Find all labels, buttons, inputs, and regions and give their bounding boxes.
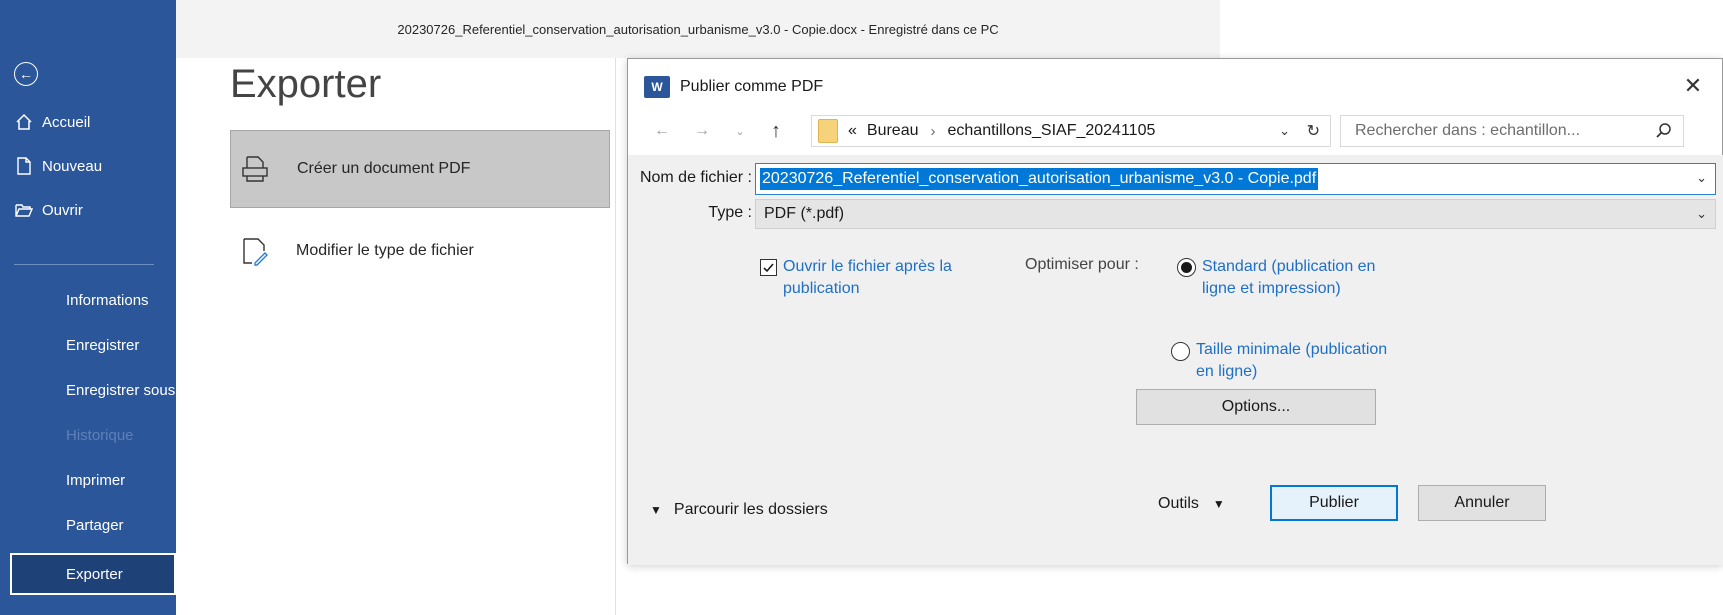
word-backstage-window: ← Accueil Nouveau Ouvrir Informations En… [0,0,1723,615]
type-label: Type : [708,204,752,221]
file-type-value: PDF (*.pdf) [764,205,845,222]
page-title: Exporter [230,62,382,106]
filename-value: 20230726_Referentiel_conservation_autori… [760,168,1319,190]
tools-label: Outils [1158,495,1199,512]
navigation-bar: ← → ⌄ ↑ « Bureau › echantillons_SIAF_202… [628,111,1723,151]
pdf-document-icon [239,153,271,185]
browse-folders-label: Parcourir les dossiers [673,501,828,518]
file-type-dropdown-chevron-icon: ⌄ [1696,206,1707,221]
dialog-title-bar: W Publier comme PDF [644,73,823,101]
open-after-publish-label[interactable]: Ouvrir le fichier après la publication [783,256,1003,300]
open-after-publish-checkbox[interactable] [760,259,777,276]
publish-pdf-dialog: W Publier comme PDF ✕ ← → ⌄ ↑ « Bureau ›… [627,58,1723,565]
window-title-bar: 20230726_Referentiel_conservation_autori… [176,0,1220,58]
recent-locations-chevron-icon[interactable]: ⌄ [728,117,752,145]
sidebar-item-label: Enregistrer sous [66,381,176,399]
publish-button[interactable]: Publier [1270,485,1398,521]
sidebar-item-enregistrer-sous[interactable]: Enregistrer sous [0,372,176,408]
export-option-create-pdf[interactable]: Créer un document PDF [230,130,610,208]
sidebar-item-informations[interactable]: Informations [0,282,176,318]
chevron-down-icon: ▼ [650,503,662,517]
address-dropdown-chevron-icon[interactable]: ⌄ [1279,123,1290,139]
sidebar-item-label: Enregistrer [66,336,140,354]
radio-standard[interactable] [1177,258,1196,277]
sidebar-item-label: Ouvrir [42,201,83,219]
publish-form: Nom de fichier : 20230726_Referentiel_co… [628,155,1723,455]
filename-input[interactable]: 20230726_Referentiel_conservation_autori… [755,163,1716,195]
sidebar-item-enregistrer[interactable]: Enregistrer [0,327,176,363]
sidebar-item-label: Accueil [42,113,91,131]
filename-label: Nom de fichier : [639,169,752,186]
sidebar-item-label: Nouveau [42,157,103,175]
search-input[interactable]: Rechercher dans : echantillon... [1340,115,1684,147]
radio-minimal-size[interactable] [1171,342,1190,361]
sidebar-divider [14,264,154,265]
refresh-icon[interactable]: ↻ [1307,121,1320,141]
optimize-for-label: Optimiser pour : [1025,256,1139,273]
back-arrow-icon[interactable]: ← [650,117,674,145]
options-button[interactable]: Options... [1136,389,1376,425]
back-arrow-icon[interactable]: ← [14,62,38,86]
sidebar-item-label: Historique [66,426,134,444]
sidebar-item-nouveau[interactable]: Nouveau [0,148,176,184]
up-arrow-icon[interactable]: ↑ [764,117,788,145]
forward-arrow-icon[interactable]: → [690,117,714,145]
dialog-title: Publier comme PDF [680,78,824,95]
radio-selected-dot [1181,262,1192,273]
radio-minimal-size-label[interactable]: Taille minimale (publication en ligne) [1196,339,1396,383]
sidebar-item-imprimer[interactable]: Imprimer [0,462,176,498]
breadcrumb-current-folder[interactable]: echantillons_SIAF_20241105 [948,122,1156,140]
sidebar-item-exporter[interactable]: Exporter [10,553,176,595]
sidebar-item-label: Imprimer [66,471,126,489]
search-icon [1656,123,1671,138]
export-option-change-file-type[interactable]: Modifier le type de fichier [230,212,610,290]
radio-standard-label[interactable]: Standard (publication en ligne et impres… [1202,256,1402,300]
filename-dropdown-chevron-icon[interactable]: ⌄ [1696,170,1707,186]
path-prefix: « [848,122,857,139]
window-title: 20230726_Referentiel_conservation_autori… [397,21,999,37]
tools-menu-button[interactable]: Outils ▼ [1158,495,1225,513]
export-option-label: Créer un document PDF [297,160,471,177]
folder-icon [818,119,838,143]
folder-open-icon [14,200,34,220]
sidebar-item-partager[interactable]: Partager [0,507,176,543]
sidebar-item-label: Exporter [66,565,123,583]
sidebar-item-historique: Historique [0,417,176,453]
close-icon[interactable]: ✕ [1678,71,1708,101]
cancel-button[interactable]: Annuler [1418,485,1546,521]
change-file-type-icon [238,235,270,267]
file-type-select[interactable]: PDF (*.pdf) ⌄ [755,199,1716,229]
checkmark-icon [763,263,774,273]
dialog-footer: ▼ Parcourir les dossiers Outils ▼ Publie… [628,455,1723,565]
sidebar-item-label: Partager [66,516,124,534]
export-option-label: Modifier le type de fichier [296,242,474,259]
browse-folders-toggle[interactable]: ▼ Parcourir les dossiers [650,501,828,519]
sidebar-item-label: Informations [66,291,149,309]
dropdown-arrow-icon: ▼ [1212,497,1225,511]
home-icon [14,112,34,132]
breadcrumb-separator-icon: › [930,122,936,140]
backstage-sidebar: ← Accueil Nouveau Ouvrir Informations En… [0,0,176,615]
word-logo-icon: W [644,76,670,98]
new-document-icon [14,156,34,176]
address-bar[interactable]: « Bureau › echantillons_SIAF_20241105 ⌄ … [811,115,1331,147]
sidebar-item-ouvrir[interactable]: Ouvrir [0,192,176,228]
sidebar-item-accueil[interactable]: Accueil [0,104,176,140]
content-divider [615,58,616,615]
breadcrumb-bureau[interactable]: Bureau [867,122,919,140]
search-placeholder: Rechercher dans : echantillon... [1355,122,1581,139]
